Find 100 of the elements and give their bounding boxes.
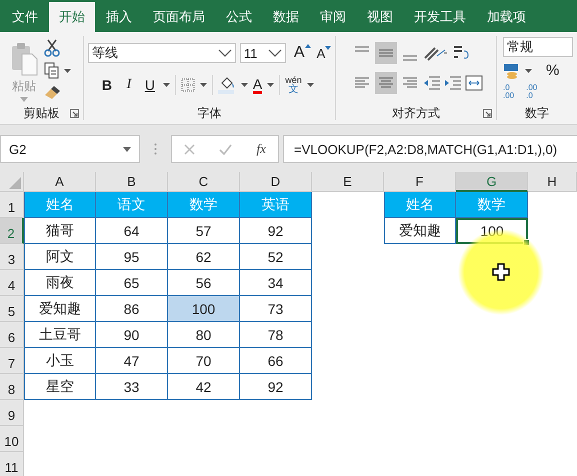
chevron-icon[interactable] [268, 49, 282, 57]
header-cell: 数学 [168, 192, 240, 218]
align-center-icon[interactable] [375, 72, 398, 94]
dialog-launcher-icon[interactable] [70, 109, 79, 118]
table-cell: 78 [240, 322, 312, 348]
group-title: 字体 [198, 104, 222, 122]
align-middle-icon[interactable] [375, 42, 398, 64]
table-cell: 65 [96, 270, 168, 296]
column-header[interactable]: A [24, 172, 96, 192]
table-cell: 雨夜 [24, 270, 96, 296]
caret-icon[interactable] [306, 83, 314, 87]
borders-icon[interactable] [180, 78, 195, 92]
row-header[interactable]: 2 [0, 218, 24, 244]
row-header[interactable]: 3 [0, 244, 24, 270]
table-cell: 64 [96, 218, 168, 244]
row-header[interactable]: 11 [0, 452, 24, 476]
table-cell: 阿文 [24, 244, 96, 270]
row-header[interactable]: 7 [0, 348, 24, 374]
table-cell: 80 [168, 322, 240, 348]
dialog-launcher-icon[interactable] [483, 109, 492, 118]
ribbon-tab[interactable]: 审阅 [310, 2, 356, 32]
column-header[interactable]: H [528, 172, 577, 192]
caret-icon[interactable] [64, 68, 71, 72]
caret-icon[interactable] [200, 83, 207, 87]
table-cell: 90 [96, 322, 168, 348]
row-header[interactable]: 1 [0, 192, 24, 218]
table-cell: 33 [96, 374, 168, 400]
ribbon-tab[interactable]: 页面布局 [143, 2, 215, 32]
percent-button[interactable]: % [546, 62, 560, 79]
ribbon-tab[interactable]: 数据 [263, 2, 309, 32]
ribbon-tab[interactable]: 插入 [96, 2, 142, 32]
bold-button[interactable]: B [98, 77, 116, 93]
table-cell: 爱知趣 [384, 218, 456, 244]
group-title: 剪贴板 [23, 104, 60, 122]
header-cell: 姓名 [384, 192, 456, 218]
format-painter-icon[interactable] [44, 84, 62, 100]
merge-cells-icon[interactable] [465, 75, 484, 91]
table-cell: 70 [168, 348, 240, 374]
column-header[interactable]: E [312, 172, 384, 192]
caret-icon[interactable] [525, 68, 532, 72]
table-cell: 42 [168, 374, 240, 400]
ribbon-tab[interactable]: 开发工具 [404, 2, 476, 32]
decrease-decimal-button[interactable]: .00 .0 [526, 84, 538, 100]
number-format-field[interactable]: 常规 [503, 37, 573, 57]
column-header[interactable]: B [96, 172, 168, 192]
row-header[interactable]: 9 [0, 400, 24, 426]
table-cell: 57 [168, 218, 240, 244]
shrink-font-button[interactable]: A [316, 46, 332, 60]
column-header[interactable]: D [240, 172, 312, 192]
row-header[interactable]: 10 [0, 426, 24, 452]
insert-function-button[interactable]: fx [256, 141, 266, 157]
scissors-icon[interactable] [44, 39, 60, 57]
table-cell: 爱知趣 [24, 296, 96, 322]
caret-icon[interactable] [162, 83, 170, 87]
decrease-indent-icon[interactable] [423, 76, 442, 90]
row-header[interactable]: 8 [0, 374, 24, 400]
italic-button[interactable]: I [120, 77, 137, 93]
table-cell: 小玉 [24, 348, 96, 374]
table-cell: 92 [240, 218, 312, 244]
grow-font-button[interactable]: A [294, 44, 311, 62]
row-header[interactable]: 5 [0, 296, 24, 322]
group-title: 对齐方式 [392, 104, 440, 122]
header-cell: 语文 [96, 192, 168, 218]
table-cell: 73 [240, 296, 312, 322]
row-header[interactable]: 4 [0, 270, 24, 296]
caret-icon[interactable] [123, 146, 131, 152]
header-cell: 英语 [240, 192, 312, 218]
underline-button[interactable]: U [142, 77, 158, 93]
table-cell: 星空 [24, 374, 96, 400]
table-cell: 56 [168, 270, 240, 296]
column-header[interactable]: G [456, 172, 528, 192]
check-icon[interactable] [219, 144, 232, 154]
fill-bucket-icon[interactable] [218, 76, 236, 94]
table-cell: 34 [240, 270, 312, 296]
increase-indent-icon[interactable] [444, 76, 462, 90]
name-box[interactable]: G2 [0, 135, 140, 163]
increase-decimal-button[interactable]: .0 .00 [503, 84, 514, 100]
caret-down-icon [325, 46, 332, 50]
formula-field[interactable]: =VLOOKUP(F2,A2:D8,MATCH(G1,A1:D1,),0) [283, 135, 577, 163]
caret-icon[interactable] [240, 83, 248, 87]
table-cell: 47 [96, 348, 168, 374]
row-header[interactable]: 6 [0, 322, 24, 348]
font-name-field[interactable]: 等线 [88, 43, 236, 63]
column-header[interactable]: F [384, 172, 456, 192]
ribbon-tab[interactable]: 开始 [49, 2, 95, 32]
currency-icon[interactable] [503, 62, 521, 78]
caret-icon[interactable] [267, 83, 274, 87]
ribbon-tab[interactable]: 加载项 [477, 2, 536, 32]
font-color-button[interactable]: A [252, 76, 262, 94]
chevron-icon[interactable] [218, 49, 232, 57]
copy-icon[interactable] [44, 62, 60, 79]
header-cell: 数学 [456, 192, 528, 218]
table-cell: 95 [96, 244, 168, 270]
phonetic-button[interactable]: wén 文 [285, 76, 302, 94]
ribbon-tab[interactable]: 视图 [357, 2, 403, 32]
column-header[interactable]: C [168, 172, 240, 192]
grip-icon [154, 143, 157, 155]
ribbon-tab[interactable]: 文件 [2, 2, 48, 32]
font-size-field[interactable]: 11 [240, 43, 286, 63]
ribbon-tab[interactable]: 公式 [216, 2, 262, 32]
